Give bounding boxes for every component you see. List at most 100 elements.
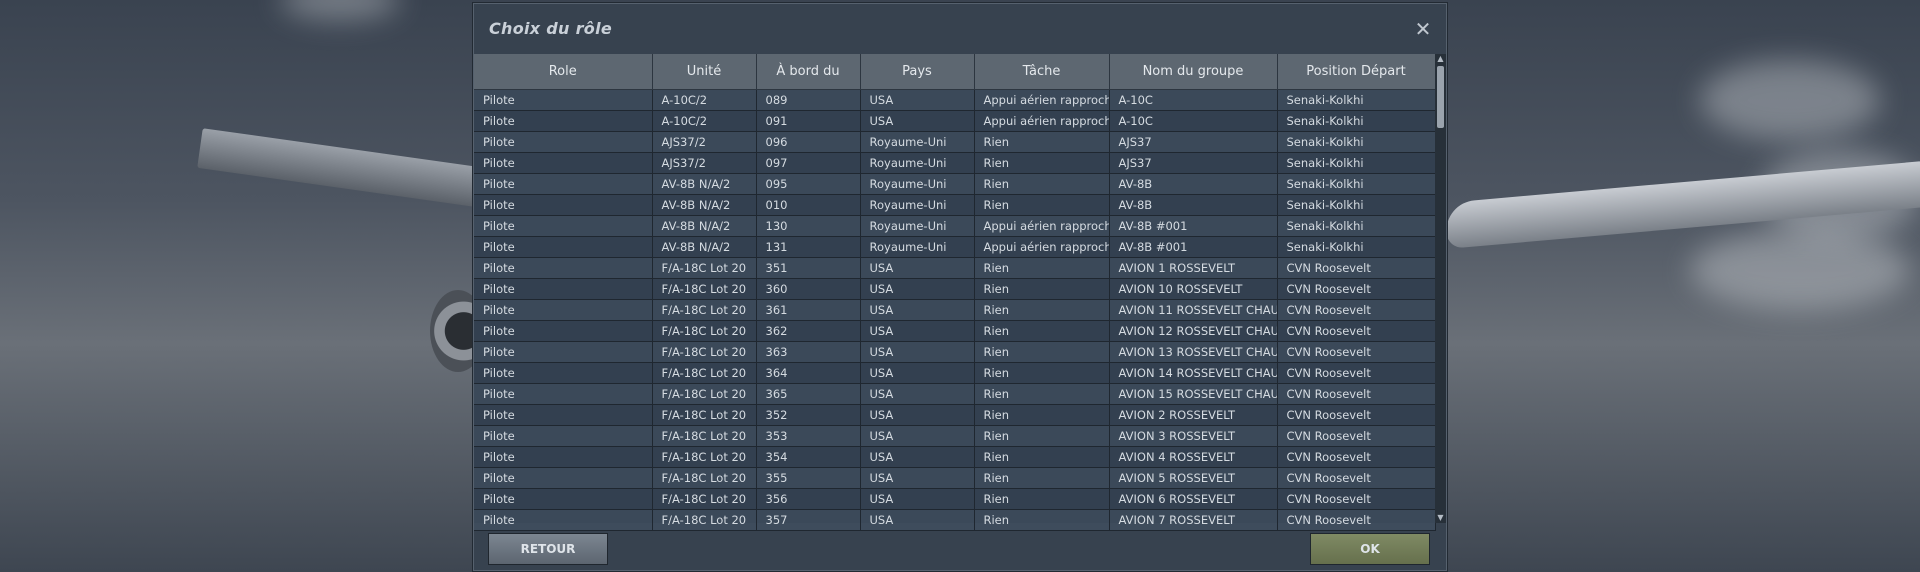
table-cell: AVION 2 ROSSEVELT [1109, 404, 1278, 426]
table-row[interactable]: Pilote AJS37/2 097 Royaume-Uni Rien AJS37 Sena… [474, 152, 1436, 174]
table-row[interactable]: Pilote AV-8B N/A/2 131 Royaume-Uni Appui aér… [474, 236, 1436, 258]
table-cell: 364 [756, 362, 861, 384]
aircraft-wing-left [197, 128, 500, 210]
table-cell: Royaume-Uni [860, 215, 975, 237]
table-row[interactable]: Pilote F/A-18C Lot 20 351 USA Rien AVION 1 RO… [474, 257, 1436, 279]
table-cell: 356 [756, 488, 861, 510]
table-cell: Pilote [474, 383, 653, 405]
cloud [1690, 230, 1910, 310]
table-cell: Rien [974, 194, 1110, 216]
table-cell: USA [860, 341, 975, 363]
table-cell: USA [860, 404, 975, 426]
table-cell: USA [860, 425, 975, 447]
triangle-up-icon[interactable]: ▲ [1435, 54, 1446, 64]
table-cell: Rien [974, 488, 1110, 510]
table-cell: A-10C/2 [652, 110, 757, 132]
table-cell: F/A-18C Lot 20 [652, 320, 757, 342]
scrollbar-thumb[interactable] [1437, 66, 1444, 128]
table-cell: CVN Roosevelt [1277, 341, 1436, 363]
table-cell: Pilote [474, 299, 653, 321]
table-row[interactable]: Pilote F/A-18C Lot 20 364 USA Rien AVION 14 R… [474, 362, 1436, 384]
table-cell: Royaume-Uni [860, 194, 975, 216]
table-cell: AVION 7 ROSSEVELT [1109, 509, 1278, 531]
table-cell: 096 [756, 131, 861, 153]
role-selection-dialog: Choix du rôle ✕ Role Unité À bord du Pays Tâ… [472, 2, 1448, 572]
table-cell: USA [860, 110, 975, 132]
table-cell: AV-8B N/A/2 [652, 173, 757, 195]
ok-button[interactable]: OK [1310, 533, 1430, 565]
table-row[interactable]: Pilote AV-8B N/A/2 095 Royaume-Uni Rien AV-8B… [474, 173, 1436, 195]
table-cell: Rien [974, 446, 1110, 468]
table-row[interactable]: Pilote F/A-18C Lot 20 354 USA Rien AVION 4 RO… [474, 446, 1436, 468]
table-row[interactable]: Pilote F/A-18C Lot 20 356 USA Rien AVION 6 RO… [474, 488, 1436, 510]
table-cell: Royaume-Uni [860, 236, 975, 258]
table-cell: 365 [756, 383, 861, 405]
close-icon[interactable]: ✕ [1413, 19, 1433, 39]
table-cell: Royaume-Uni [860, 152, 975, 174]
table-cell: Pilote [474, 173, 653, 195]
table-cell: F/A-18C Lot 20 [652, 278, 757, 300]
table-cell: CVN Roosevelt [1277, 404, 1436, 426]
table-row[interactable]: Pilote AJS37/2 096 Royaume-Uni Rien AJS37 Sena… [474, 131, 1436, 153]
column-header[interactable]: Nom du groupe [1109, 54, 1278, 90]
table-cell: Rien [974, 425, 1110, 447]
table-cell: USA [860, 467, 975, 489]
table-cell: F/A-18C Lot 20 [652, 362, 757, 384]
scrollbar[interactable]: ▲ ▼ [1435, 54, 1446, 523]
table-cell: 363 [756, 341, 861, 363]
table-cell: Pilote [474, 110, 653, 132]
table-cell: F/A-18C Lot 20 [652, 446, 757, 468]
table-cell: F/A-18C Lot 20 [652, 425, 757, 447]
table-cell: A-10C/2 [652, 89, 757, 111]
table-cell: USA [860, 383, 975, 405]
table-cell: CVN Roosevelt [1277, 425, 1436, 447]
column-header[interactable]: Unité [652, 54, 757, 90]
table-cell: USA [860, 362, 975, 384]
table-row[interactable]: Pilote F/A-18C Lot 20 360 USA Rien AVION 10 R… [474, 278, 1436, 300]
table-cell: Pilote [474, 446, 653, 468]
table-row[interactable]: Pilote F/A-18C Lot 20 363 USA Rien AVION 13 R… [474, 341, 1436, 363]
table-cell: Rien [974, 509, 1110, 531]
table-cell: Senaki-Kolkhi [1277, 215, 1436, 237]
table-cell: Royaume-Uni [860, 173, 975, 195]
table-row[interactable]: Pilote F/A-18C Lot 20 361 USA Rien AVION 11 R… [474, 299, 1436, 321]
column-header[interactable]: Pays [860, 54, 975, 90]
table-row[interactable]: Pilote F/A-18C Lot 20 357 USA Rien AVION 7 RO… [474, 509, 1436, 531]
table-cell: AV-8B N/A/2 [652, 194, 757, 216]
table-cell: CVN Roosevelt [1277, 278, 1436, 300]
table-row[interactable]: Pilote AV-8B N/A/2 010 Royaume-Uni Rien AV-8B… [474, 194, 1436, 216]
table-row[interactable]: Pilote A-10C/2 091 USA Appui aérien rapproch… [474, 110, 1436, 132]
table-row[interactable]: Pilote F/A-18C Lot 20 352 USA Rien AVION 2 RO… [474, 404, 1436, 426]
table-row[interactable]: Pilote A-10C/2 089 USA Appui aérien rapproch… [474, 89, 1436, 111]
triangle-down-icon[interactable]: ▼ [1435, 513, 1446, 523]
table-cell: AVION 1 ROSSEVELT [1109, 257, 1278, 279]
table-row[interactable]: Pilote F/A-18C Lot 20 365 USA Rien AVION 15 R… [474, 383, 1436, 405]
table-row[interactable]: Pilote F/A-18C Lot 20 355 USA Rien AVION 5 RO… [474, 467, 1436, 489]
table-cell: 091 [756, 110, 861, 132]
column-header[interactable]: Position Départ [1277, 54, 1436, 90]
back-button[interactable]: RETOUR [488, 533, 608, 565]
table-cell: AVION 14 ROSSEVELT CHAUD [1109, 362, 1278, 384]
table-row[interactable]: Pilote AV-8B N/A/2 130 Royaume-Uni Appui aér… [474, 215, 1436, 237]
table-row[interactable]: Pilote F/A-18C Lot 20 362 USA Rien AVION 12 R… [474, 320, 1436, 342]
table-row[interactable]: Pilote F/A-18C Lot 20 353 USA Rien AVION 3 RO… [474, 425, 1436, 447]
table-cell: Appui aérien rapproche [974, 215, 1110, 237]
table-cell: CVN Roosevelt [1277, 299, 1436, 321]
column-header[interactable]: Role [474, 54, 653, 90]
column-header[interactable]: À bord du [756, 54, 861, 90]
table-cell: USA [860, 257, 975, 279]
table-cell: A-10C [1109, 89, 1278, 111]
table-cell: AV-8B N/A/2 [652, 236, 757, 258]
table-cell: Pilote [474, 509, 653, 531]
table-cell: Rien [974, 362, 1110, 384]
table-cell: Appui aérien rapproche [974, 89, 1110, 111]
table-cell: 097 [756, 152, 861, 174]
table-cell: USA [860, 509, 975, 531]
column-header[interactable]: Tâche [974, 54, 1110, 90]
table-cell: Rien [974, 320, 1110, 342]
table-cell: 360 [756, 278, 861, 300]
table-cell: Pilote [474, 467, 653, 489]
table-cell: CVN Roosevelt [1277, 383, 1436, 405]
table-cell: Pilote [474, 236, 653, 258]
table-cell: USA [860, 446, 975, 468]
